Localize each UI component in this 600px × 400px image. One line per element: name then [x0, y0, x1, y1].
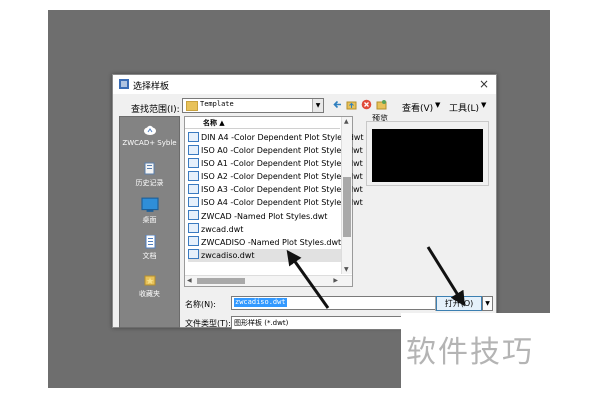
- arrow-to-open-button: [426, 246, 465, 307]
- watermark-text: 软件技巧: [406, 335, 534, 370]
- arrow-to-file: [286, 249, 330, 309]
